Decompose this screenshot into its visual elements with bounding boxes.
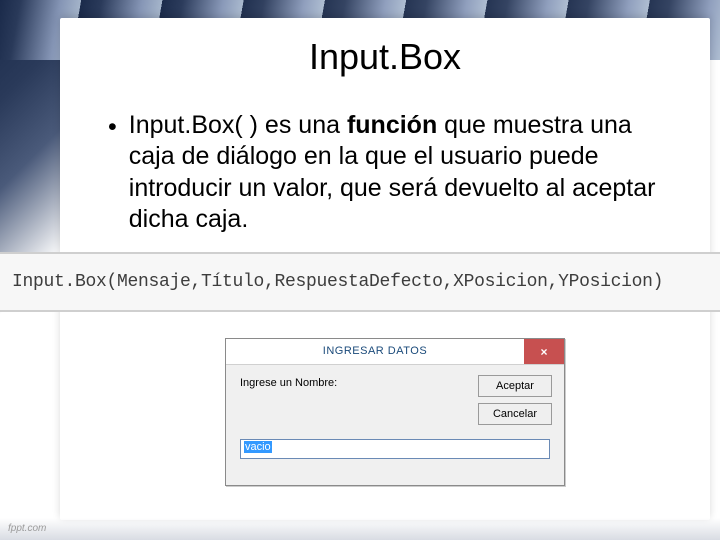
ok-button[interactable]: Aceptar — [478, 375, 552, 397]
dialog-button-group: Aceptar Cancelar — [478, 375, 552, 425]
slide-title: Input.Box — [60, 18, 710, 90]
bullet-block: • Input.Box( ) es una función que muestr… — [60, 90, 710, 235]
footer-brand: fppt.com — [8, 523, 46, 534]
bottom-gradient — [0, 518, 720, 540]
close-button[interactable]: × — [524, 339, 564, 364]
dialog-body: Ingrese un Nombre: Aceptar Cancelar vaci… — [226, 365, 564, 485]
bullet-item: • Input.Box( ) es una función que muestr… — [108, 110, 680, 235]
cancel-button[interactable]: Cancelar — [478, 403, 552, 425]
dialog-titlebar: INGRESAR DATOS × — [226, 339, 564, 365]
bullet-dot: • — [108, 112, 117, 143]
dialog-title: INGRESAR DATOS — [226, 339, 524, 364]
input-value: vacio — [244, 441, 272, 453]
bullet-text: Input.Box( ) es una función que muestra … — [129, 110, 680, 235]
close-icon: × — [540, 345, 547, 359]
bullet-bold: función — [347, 111, 437, 139]
syntax-example: Input.Box(Mensaje,Título,RespuestaDefect… — [0, 252, 720, 312]
bullet-pre: Input.Box( ) es una — [129, 111, 347, 139]
inputbox-dialog: INGRESAR DATOS × Ingrese un Nombre: Acep… — [225, 338, 565, 486]
dialog-input[interactable]: vacio — [240, 439, 550, 459]
